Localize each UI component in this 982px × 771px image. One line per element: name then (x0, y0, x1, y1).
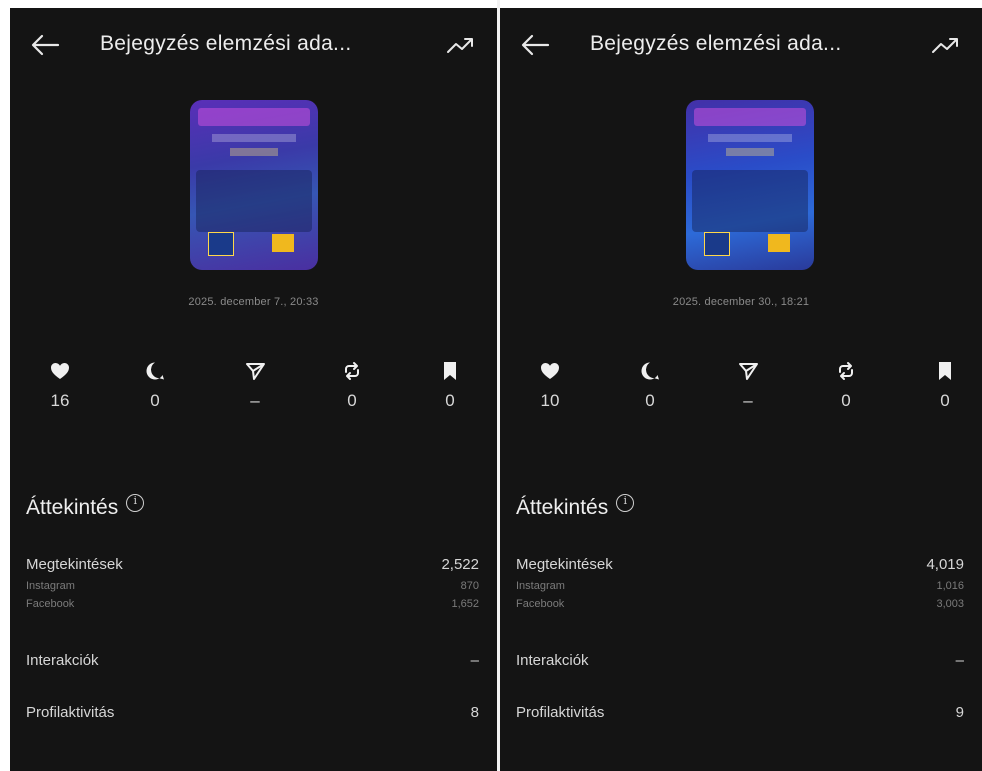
facebook-value: 3,003 (936, 598, 964, 610)
instagram-row: Instagram 1,016 (516, 580, 964, 595)
profile-activity-label: Profilaktivitás (26, 704, 115, 721)
instagram-row: Instagram 870 (26, 580, 479, 595)
facebook-row: Facebook 3,003 (516, 598, 964, 613)
comment-icon (146, 362, 164, 380)
views-row[interactable]: Megtekintések 4,019 (516, 556, 964, 576)
page-title: Bejegyzés elemzési ada... (100, 32, 352, 55)
profile-activity-value: 8 (470, 704, 479, 721)
bookmark-icon (444, 362, 456, 380)
send-icon (246, 363, 265, 380)
post-thumbnail[interactable] (686, 100, 814, 270)
saves-count: 0 (940, 391, 950, 410)
heart-icon (51, 363, 69, 379)
reposts-count: 0 (347, 391, 357, 410)
interactions-value: – (955, 652, 964, 669)
facebook-label: Facebook (516, 598, 565, 610)
profile-activity-row[interactable]: Profilaktivitás 9 (516, 704, 964, 724)
views-value: 2,522 (441, 556, 479, 573)
likes-count: 10 (540, 391, 560, 410)
header: Bejegyzés elemzési ada... (500, 28, 982, 68)
instagram-value: 1,016 (936, 580, 964, 592)
trending-up-icon[interactable] (930, 32, 962, 58)
comment-icon (641, 362, 659, 380)
profile-activity-row[interactable]: Profilaktivitás 8 (26, 704, 479, 724)
page-title: Bejegyzés elemzési ada... (590, 32, 842, 55)
views-label: Megtekintések (516, 556, 613, 573)
shares-count: – (743, 391, 753, 410)
likes-count: 16 (50, 391, 70, 410)
comments-count: 0 (150, 391, 160, 410)
overview-title: Áttekintés (26, 496, 119, 519)
info-icon[interactable] (126, 494, 145, 512)
facebook-value: 1,652 (451, 598, 479, 610)
interactions-label: Interakciók (26, 652, 99, 669)
header: Bejegyzés elemzési ada... (10, 28, 497, 68)
trending-up-icon[interactable] (445, 32, 477, 58)
facebook-label: Facebook (26, 598, 75, 610)
heart-icon (541, 363, 559, 379)
instagram-label: Instagram (26, 580, 75, 592)
views-label: Megtekintések (26, 556, 123, 573)
instagram-label: Instagram (516, 580, 565, 592)
post-thumbnail[interactable] (190, 100, 318, 270)
saves-count: 0 (445, 391, 455, 410)
profile-activity-value: 9 (955, 704, 964, 721)
send-icon (739, 363, 758, 380)
instagram-value: 870 (460, 580, 479, 592)
stat-likes: 16 (40, 360, 80, 411)
shares-count: – (250, 391, 260, 410)
interactions-row[interactable]: Interakciók – (26, 652, 479, 672)
profile-activity-label: Profilaktivitás (516, 704, 605, 721)
views-row[interactable]: Megtekintések 2,522 (26, 556, 479, 576)
stat-saves: 0 (430, 360, 470, 411)
interactions-row[interactable]: Interakciók – (516, 652, 964, 672)
post-insights-panel-right: Bejegyzés elemzési ada... 2025. december… (500, 8, 982, 771)
stat-reposts: 0 (826, 360, 866, 411)
stat-comments: 0 (135, 360, 175, 411)
stat-shares: – (728, 360, 768, 411)
comments-count: 0 (645, 391, 655, 410)
reposts-count: 0 (841, 391, 851, 410)
post-insights-panel-left: Bejegyzés elemzési ada... 2025. december… (10, 8, 497, 771)
stat-comments: 0 (630, 360, 670, 411)
interactions-value: – (470, 652, 479, 669)
stat-reposts: 0 (332, 360, 372, 411)
overview-heading: Áttekintés (516, 494, 635, 520)
facebook-row: Facebook 1,652 (26, 598, 479, 613)
back-arrow-icon[interactable] (28, 30, 62, 60)
post-date: 2025. december 30., 18:21 (672, 296, 810, 308)
interactions-label: Interakciók (516, 652, 589, 669)
repost-icon (839, 362, 853, 380)
info-icon[interactable] (616, 494, 635, 512)
stat-likes: 10 (530, 360, 570, 411)
stat-shares: – (235, 360, 275, 411)
overview-heading: Áttekintés (26, 494, 145, 520)
bookmark-icon (939, 362, 951, 380)
post-date: 2025. december 7., 20:33 (188, 296, 319, 308)
back-arrow-icon[interactable] (518, 30, 552, 60)
views-value: 4,019 (926, 556, 964, 573)
overview-title: Áttekintés (516, 496, 609, 519)
stat-saves: 0 (925, 360, 965, 411)
repost-icon (345, 362, 359, 380)
